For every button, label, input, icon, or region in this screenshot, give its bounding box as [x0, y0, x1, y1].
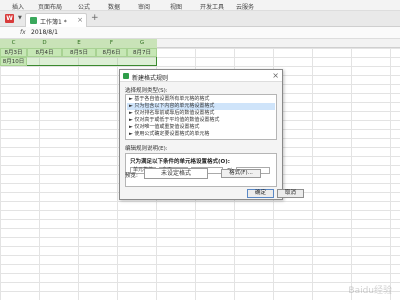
close-icon[interactable]: × [272, 71, 279, 80]
menu-cloud[interactable]: 云服务 [236, 2, 254, 11]
rule-type-list[interactable]: ► 基于各自值设置所有单元格的格式 ► 只为包含以下内容的单元格设置格式 ► 仅… [125, 94, 277, 140]
menu-view[interactable]: 视图 [170, 2, 182, 11]
new-format-rule-dialog: 新建格式规则 × 选择规则类型(S): ► 基于各自值设置所有单元格的格式 ► … [119, 69, 304, 200]
fx-icon[interactable]: fx [20, 28, 26, 38]
column-headers: C D E F G [0, 39, 400, 48]
column-header-f[interactable]: F [96, 39, 127, 48]
column-header-g[interactable]: G [127, 39, 157, 48]
rule-type-label: 选择规则类型(S): [125, 88, 168, 94]
menu-page-layout[interactable]: 页面布局 [38, 2, 62, 11]
cell[interactable]: 8月5日 [62, 48, 96, 57]
name-box[interactable]: A1 [0, 28, 15, 38]
menu-formula[interactable]: 公式 [78, 2, 90, 11]
close-icon[interactable]: × [77, 16, 83, 24]
cancel-button[interactable]: 取消 [277, 189, 304, 198]
document-tab[interactable]: 工作簿1 * × [25, 13, 87, 27]
menu-developer[interactable]: 开发工具 [200, 2, 224, 11]
formula-input[interactable]: 2018/8/1 [31, 28, 58, 38]
menu-insert[interactable]: 插入 [12, 2, 24, 11]
document-tab-label: 工作簿1 * [40, 19, 67, 26]
dialog-title-bar: 新建格式规则 × [120, 70, 282, 82]
tab-bar: W ▼ 工作簿1 * × + [0, 11, 400, 27]
menu-review[interactable]: 审阅 [138, 2, 150, 11]
dialog-app-icon [123, 73, 129, 79]
wps-logo-icon[interactable]: W [5, 14, 14, 23]
column-header-d[interactable]: D [27, 39, 62, 48]
format-button[interactable]: 格式(F)... [221, 169, 261, 178]
cell[interactable]: 8月4日 [27, 48, 62, 57]
dialog-title: 新建格式规则 [132, 75, 169, 82]
column-header-e[interactable]: E [62, 39, 96, 48]
rule-type-item[interactable]: ► 只为包含以下内容的单元格设置格式 [127, 103, 275, 110]
cell[interactable]: 8月10日 [0, 57, 27, 66]
new-tab-plus-icon[interactable]: + [91, 13, 99, 23]
column-header-c[interactable]: C [0, 39, 27, 48]
cell[interactable]: 8月7日 [127, 48, 157, 57]
rule-type-item[interactable]: ► 仅对高于或低于平均值的数值设置格式 [127, 117, 275, 124]
rule-type-item[interactable]: ► 基于各自值设置所有单元格的格式 [127, 96, 275, 103]
cell[interactable]: 8月3日 [0, 48, 27, 57]
rule-type-item[interactable]: ► 使用公式确定要设置格式的单元格 [127, 131, 275, 138]
ribbon-menu: 插入 页面布局 公式 数据 审阅 视图 开发工具 云服务 [0, 0, 400, 11]
preview-box: 未设定格式 [144, 168, 208, 179]
ok-button[interactable]: 确定 [247, 189, 274, 198]
chevron-down-icon[interactable]: ▼ [18, 15, 22, 21]
rule-type-item[interactable]: ► 仅对唯一值或重复值设置格式 [127, 124, 275, 131]
menu-data[interactable]: 数据 [108, 2, 120, 11]
edit-rule-label: 编辑规则说明(E): [125, 146, 168, 152]
preview-label: 预览: [125, 173, 138, 179]
formula-bar: A1 fx 2018/8/1 [0, 27, 400, 39]
spreadsheet-icon [30, 17, 37, 24]
cell[interactable]: 8月6日 [96, 48, 127, 57]
watermark: Baidu经验 [348, 286, 392, 296]
edit-rule-header: 只为满足以下条件的单元格设置格式(O): [130, 159, 230, 165]
rule-type-item[interactable]: ► 仅对排名靠前或靠后的数值设置格式 [127, 110, 275, 117]
